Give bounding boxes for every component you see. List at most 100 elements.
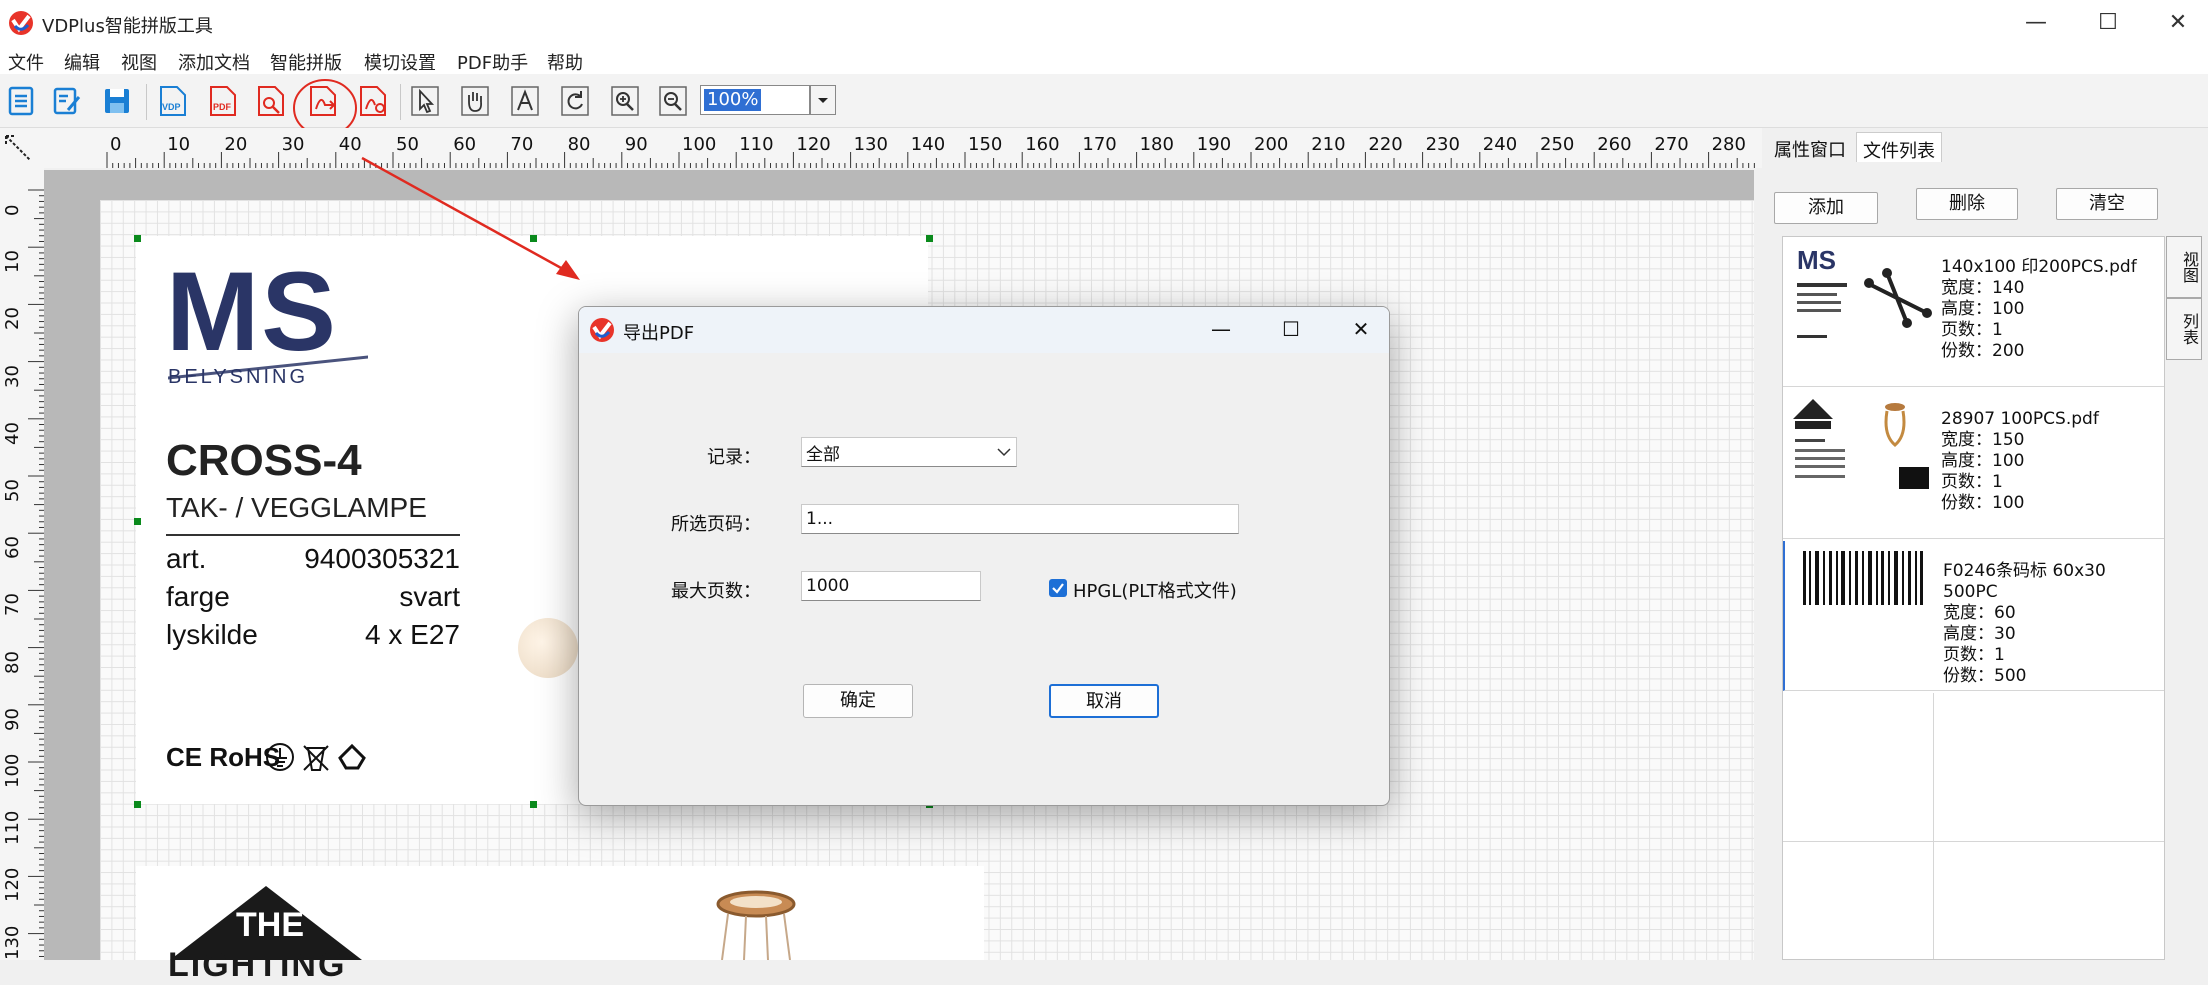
dialog-close-button[interactable]: ✕ <box>1341 313 1381 345</box>
menu-file[interactable]: 文件 <box>8 49 44 75</box>
zoom-in-icon[interactable] <box>608 84 642 118</box>
clear-files-button[interactable]: 清空 <box>2056 188 2158 220</box>
menu-bar: 文件 编辑 视图 添加文档 智能拼版 模切设置 PDF助手 帮助 <box>0 46 2208 74</box>
hpgl-label[interactable]: HPGL(PLT格式文件) <box>1073 577 1237 603</box>
ruler-tick-label: 70 <box>2 593 23 617</box>
pdf-settings-icon[interactable] <box>356 84 390 118</box>
pointer-icon[interactable] <box>408 84 442 118</box>
file-width: 宽度：150 <box>1941 430 2025 450</box>
brand-word: THE <box>236 906 304 944</box>
dialog-minimize-button[interactable]: — <box>1201 313 1241 345</box>
brand-logo-text: MS <box>166 249 338 374</box>
menu-add-document[interactable]: 添加文档 <box>178 49 250 75</box>
delete-file-button[interactable]: 删除 <box>1916 188 2018 220</box>
dialog-title-bar: 导出PDF — ☐ ✕ <box>579 307 1389 353</box>
ruler-tick-label: 20 <box>224 134 248 155</box>
ruler-tick-label: 100 <box>682 134 717 155</box>
pdf-search-icon[interactable] <box>254 84 288 118</box>
divider <box>166 534 460 536</box>
rotate-icon[interactable] <box>558 84 592 118</box>
ruler-tick-label: 10 <box>2 250 23 274</box>
ruler-tick-label: 80 <box>2 650 23 674</box>
dialog-maximize-button[interactable]: ☐ <box>1271 313 1311 345</box>
ruler-tick-label: 180 <box>1139 134 1174 155</box>
ruler-tick-label: 90 <box>2 707 23 731</box>
ruler-tick-label: 110 <box>2 810 23 846</box>
maximize-button[interactable]: ☐ <box>2088 8 2128 38</box>
save-icon[interactable] <box>100 84 134 118</box>
ruler-tick-label: 280 <box>1711 134 1746 155</box>
ruler-tick-label: 140 <box>910 134 946 155</box>
close-button[interactable]: ✕ <box>2158 8 2198 38</box>
menu-help[interactable]: 帮助 <box>547 49 583 75</box>
menu-edit[interactable]: 编辑 <box>64 49 100 75</box>
ruler-tick-label: 0 <box>110 134 122 155</box>
vertical-ruler: 0 10 20 30 40 50 60 70 80 90 100 110 120 130 <box>0 168 44 960</box>
ruler-tick-label: 130 <box>853 134 888 155</box>
menu-pdf-assistant[interactable]: PDF助手 <box>457 49 528 75</box>
record-select[interactable]: 全部 <box>801 437 1017 467</box>
chevron-down-icon <box>818 98 828 103</box>
ok-button[interactable]: 确定 <box>803 684 913 718</box>
label-card-2[interactable]: THE LIGHTING <box>136 866 984 984</box>
ruler-tick-label: 20 <box>2 307 23 331</box>
minimize-button[interactable]: — <box>2016 8 2056 38</box>
file-width: 宽度：60 <box>1943 603 2016 623</box>
ruler-corner <box>0 128 44 168</box>
selection-handle[interactable] <box>530 801 537 808</box>
hpgl-checkbox[interactable] <box>1049 579 1067 597</box>
menu-view[interactable]: 视图 <box>121 49 157 75</box>
selection-handle[interactable] <box>134 518 141 525</box>
file-copies: 份数：500 <box>1943 666 2027 686</box>
menu-smart-imposition[interactable]: 智能拼版 <box>270 49 342 75</box>
file-width: 宽度：140 <box>1941 278 2025 298</box>
chandelier-image <box>716 890 796 960</box>
horizontal-ruler: 0 10 20 30 40 50 60 70 80 90 100 110 120 130 140 150 160… <box>44 128 1792 168</box>
zoom-dropdown-button[interactable] <box>810 85 836 115</box>
dialog-title: 导出PDF <box>623 323 695 344</box>
record-label: 记录： <box>707 447 761 468</box>
pages-input[interactable]: 1... <box>801 504 1239 534</box>
annotation-arrow <box>361 156 580 280</box>
menu-die-cut-settings[interactable]: 模切设置 <box>364 49 436 75</box>
side-tab-view[interactable]: 视图 <box>2166 236 2202 298</box>
list-item-selected[interactable]: F0246条码标 60x30 500PC 宽度：60 高度：30 页数：1 份数… <box>1783 541 2164 691</box>
selection-handle[interactable] <box>926 235 933 242</box>
selection-handle[interactable] <box>134 801 141 808</box>
tab-properties[interactable]: 属性窗口 <box>1768 132 1852 162</box>
ruler-tick-label: 110 <box>739 134 774 155</box>
zoom-out-icon[interactable] <box>656 84 690 118</box>
selection-handle[interactable] <box>134 235 141 242</box>
tab-file-list[interactable]: 文件列表 <box>1856 132 1942 162</box>
spec-row: art. 9400305321 <box>166 540 460 578</box>
edit-doc-icon[interactable] <box>50 84 84 118</box>
ruler-tick-label: 250 <box>1540 134 1575 155</box>
product-type: TAK- / VEGGLAMPE <box>166 492 427 523</box>
text-icon[interactable] <box>508 84 542 118</box>
list-item[interactable]: MS 140x100 印200PCS.pdf 宽度：140 高度：100 页数：… <box>1783 237 2164 387</box>
max-pages-input[interactable]: 1000 <box>801 571 981 601</box>
checkmark-icon <box>1052 583 1064 594</box>
hand-icon[interactable] <box>458 84 492 118</box>
record-select-value: 全部 <box>806 444 840 465</box>
vdp-icon[interactable]: VDP <box>156 84 190 118</box>
cancel-button[interactable]: 取消 <box>1049 684 1159 718</box>
list-icon[interactable] <box>4 84 38 118</box>
file-pages: 页数：1 <box>1941 472 2003 492</box>
side-tab-list[interactable]: 列表 <box>2166 298 2202 360</box>
file-thumbnail: MS <box>1787 243 1935 347</box>
export-pdf-dialog: 导出PDF — ☐ ✕ 记录： 全部 所选页码： 1... 最大页数： 1000… <box>578 306 1390 806</box>
spec-value: svart <box>399 581 460 612</box>
ruler-tick-label: 270 <box>1654 134 1689 155</box>
zoom-input[interactable]: 100% <box>700 85 810 115</box>
list-item[interactable]: 28907 100PCS.pdf 宽度：150 高度：100 页数：1 份数：1… <box>1783 389 2164 539</box>
add-file-button[interactable]: 添加 <box>1774 192 1878 224</box>
toolbar-separator <box>400 84 401 120</box>
file-name: 140x100 印200PCS.pdf <box>1941 257 2137 277</box>
toolbar-separator <box>146 84 147 120</box>
vdp-icon-text: VDP <box>162 102 181 112</box>
file-pages: 页数：1 <box>1941 320 2003 340</box>
ruler-tick-label: 100 <box>2 753 23 788</box>
ruler-tick-label: 210 <box>1311 134 1346 155</box>
pdf-icon[interactable]: PDF <box>206 84 240 118</box>
